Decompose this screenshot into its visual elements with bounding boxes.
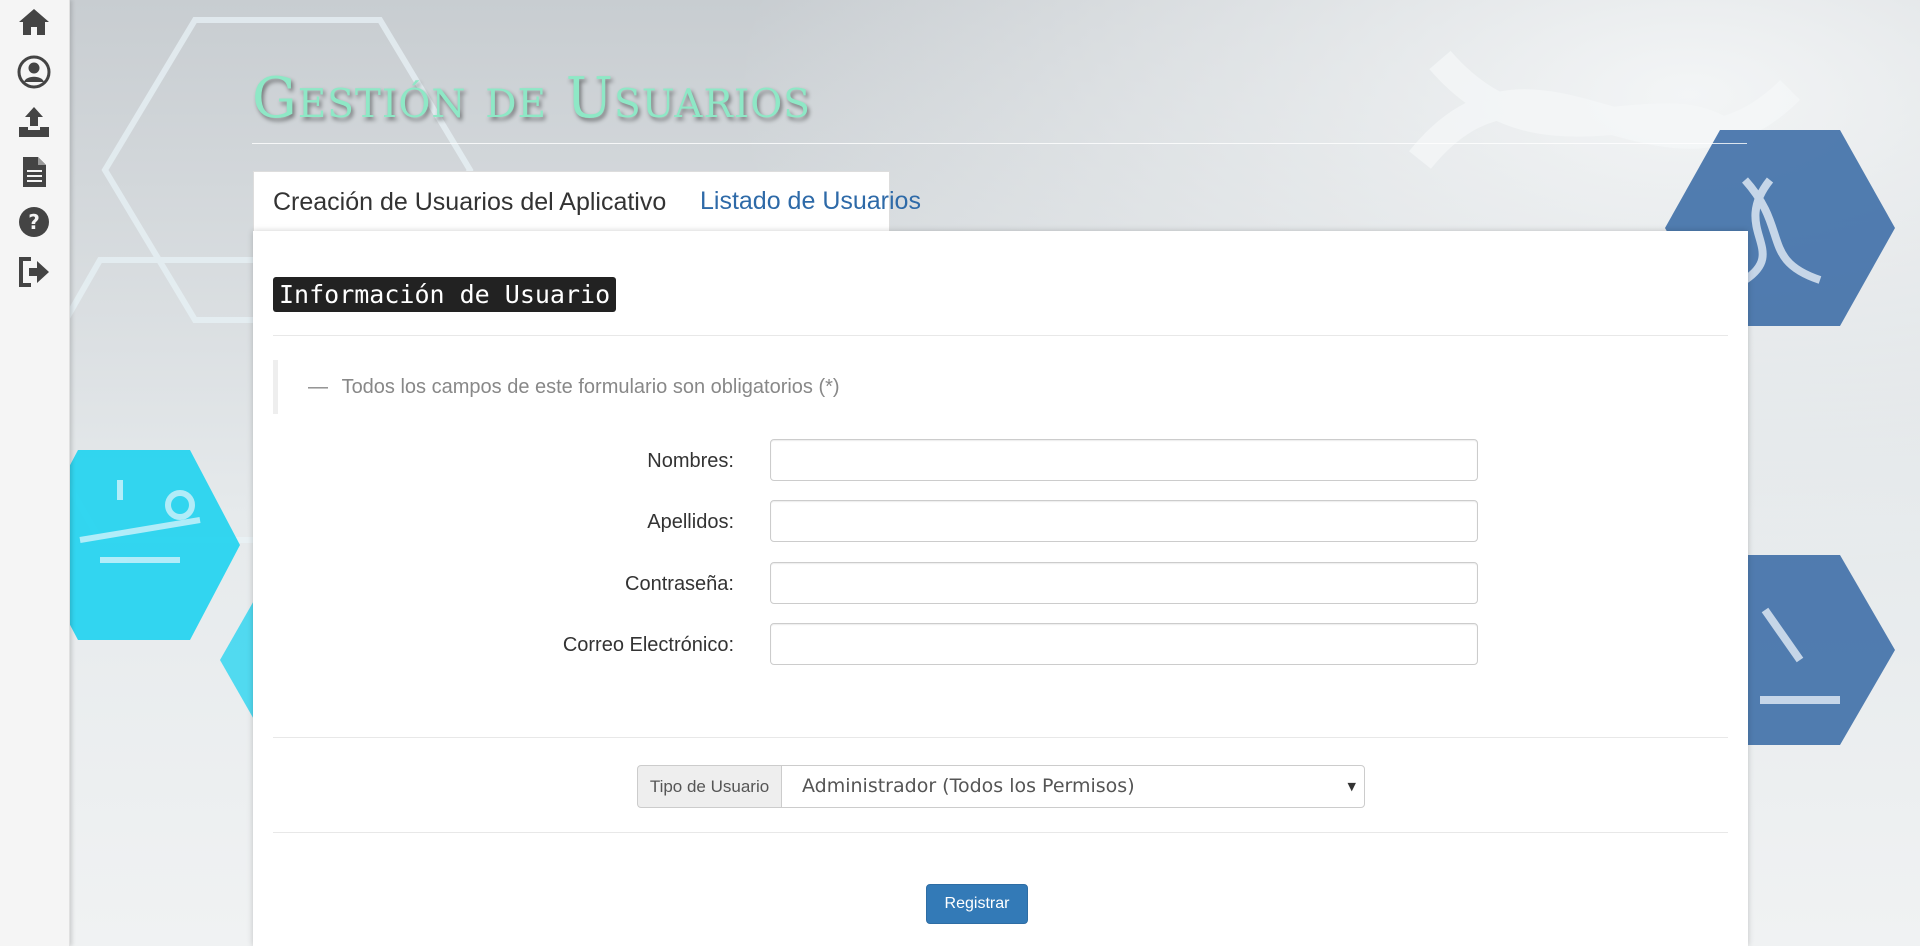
contrasena-label: Contraseña: <box>625 573 734 595</box>
logout-icon[interactable] <box>14 252 54 292</box>
user-type-select[interactable]: Administrador (Todos los Permisos) ▼ <box>781 765 1365 808</box>
title-divider <box>252 143 1747 144</box>
user-form-panel: Información de Usuario — Todos los campo… <box>253 231 1748 946</box>
correo-label: Correo Electrónico: <box>562 634 734 656</box>
divider <box>273 832 1728 833</box>
section-title: Información de Usuario <box>273 277 617 312</box>
apellidos-input[interactable] <box>770 500 1478 542</box>
svg-text:?: ? <box>28 210 40 234</box>
upload-icon[interactable] <box>14 102 54 142</box>
tab-user-list[interactable]: Listado de Usuarios <box>680 171 941 232</box>
user-type-group: Tipo de Usuario Administrador (Todos los… <box>637 765 1365 808</box>
caret-down-icon: ▼ <box>1347 780 1356 793</box>
user-type-label: Tipo de Usuario <box>637 765 782 808</box>
user-type-selected: Administrador (Todos los Permisos) <box>802 775 1135 797</box>
divider <box>273 737 1728 738</box>
nombres-label: Nombres: <box>647 450 734 472</box>
divider <box>273 335 1728 336</box>
apellidos-label: Apellidos: <box>647 511 734 533</box>
email-input[interactable] <box>770 623 1478 665</box>
password-input[interactable] <box>770 562 1478 604</box>
sidebar: ? <box>0 0 70 946</box>
user-icon[interactable] <box>14 52 54 92</box>
home-icon[interactable] <box>14 2 54 42</box>
help-icon[interactable]: ? <box>14 202 54 242</box>
required-fields-note: — Todos los campos de este formulario so… <box>273 360 1728 414</box>
note-dash: — <box>308 376 328 398</box>
note-text: Todos los campos de este formulario son … <box>341 376 840 398</box>
register-button[interactable]: Registrar <box>926 884 1028 924</box>
nombres-input[interactable] <box>770 439 1478 481</box>
document-icon[interactable] <box>14 152 54 192</box>
page-title: Gestión de Usuarios <box>252 66 811 131</box>
